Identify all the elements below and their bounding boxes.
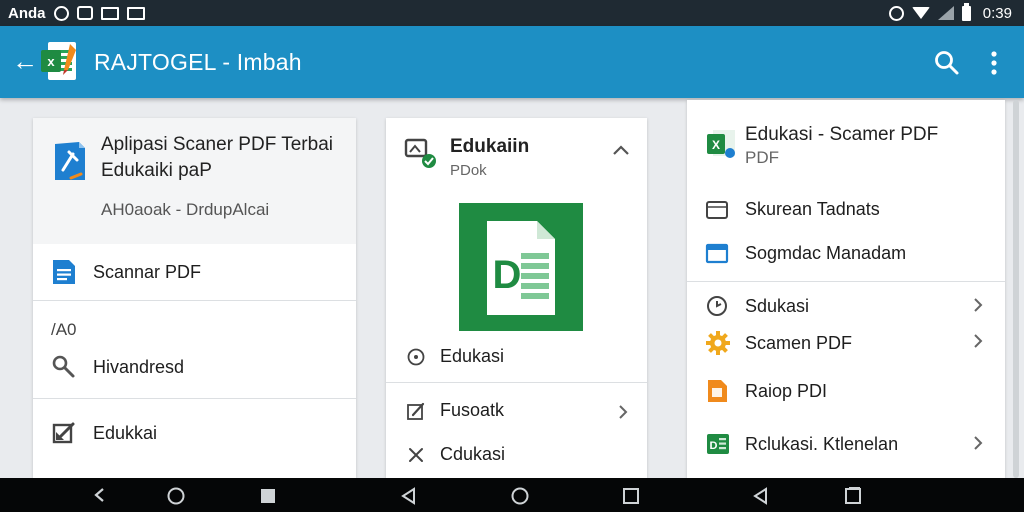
panel-right: X Edukasi - Scamer PDF PDF Skurean Tadna… bbox=[687, 100, 1005, 478]
clock-icon bbox=[707, 296, 727, 316]
window-icon bbox=[705, 243, 729, 264]
app-title: RAJTOGEL - Imbah bbox=[94, 49, 302, 75]
svg-text:x: x bbox=[47, 54, 55, 69]
message-icon bbox=[100, 6, 119, 20]
battery-icon bbox=[961, 2, 971, 21]
list-item-scamen-pdf[interactable]: Scamen PDF bbox=[705, 330, 852, 356]
list-item-scanner-pdf[interactable]: Scannar PDF bbox=[51, 258, 201, 286]
list-item-fusoatk[interactable]: Fusoatk bbox=[406, 400, 504, 421]
excel-app-icon: X bbox=[707, 130, 735, 158]
nav-recents-icon[interactable] bbox=[622, 487, 640, 505]
list-item-label: Skurean Tadnats bbox=[745, 198, 880, 219]
more-vert-icon[interactable] bbox=[988, 50, 1000, 76]
divider bbox=[386, 382, 647, 383]
middle-subtitle: PDok bbox=[450, 162, 487, 179]
list-item-rclukasi[interactable]: D Rclukasi. Ktlenelan bbox=[705, 432, 898, 456]
gear-icon bbox=[706, 331, 730, 355]
left-header-title-line2: Edukaiki paP bbox=[101, 160, 212, 181]
nav-back-icon[interactable] bbox=[92, 487, 108, 503]
list-item-raiop-pdi[interactable]: Raiop PDI bbox=[705, 378, 827, 404]
list-item-label: Fusoatk bbox=[440, 400, 505, 420]
list-item-edukasi[interactable]: Edukasi bbox=[406, 346, 504, 367]
list-item-label: Scannar PDF bbox=[93, 261, 202, 282]
document-icon bbox=[53, 260, 75, 284]
right-header-title: Edukasi - Scamer PDF bbox=[745, 124, 939, 145]
doc-letter: D bbox=[493, 253, 522, 297]
nav-recents-icon[interactable] bbox=[259, 487, 277, 505]
app-logo-icon: x bbox=[41, 42, 76, 80]
alarm-icon bbox=[888, 5, 904, 21]
list-item-label: Raiop PDI bbox=[745, 380, 828, 401]
spreadsheet-doc-icon: D bbox=[459, 203, 583, 331]
panel-left: Aplipasi Scaner PDF Terbai Edukaiki paP … bbox=[33, 118, 356, 478]
nav-home-icon[interactable] bbox=[166, 487, 186, 505]
scrollbar[interactable] bbox=[1013, 100, 1019, 478]
list-item-label: Scamen PDF bbox=[745, 332, 853, 353]
right-header-subtitle: PDF bbox=[745, 148, 779, 167]
list-item-skurean[interactable]: Skurean Tadnats bbox=[705, 198, 880, 220]
chevron-right-icon[interactable] bbox=[973, 297, 983, 313]
tools-app-icon bbox=[55, 142, 85, 180]
key-search-icon bbox=[52, 355, 75, 378]
list-item-label: /A0 bbox=[51, 320, 77, 339]
wifi-icon bbox=[911, 7, 930, 19]
list-item-sogmdac[interactable]: Sogmdac Manadam bbox=[705, 242, 906, 264]
clock-icon bbox=[407, 348, 425, 365]
search-icon[interactable] bbox=[934, 50, 960, 76]
list-item-cdukasi[interactable]: Cdukasi bbox=[406, 444, 505, 465]
divider bbox=[33, 398, 356, 399]
spreadsheet-icon: D bbox=[707, 434, 729, 454]
chevron-right-icon[interactable] bbox=[618, 404, 628, 420]
edit-icon bbox=[407, 402, 425, 420]
list-item-label: Sogmdac Manadam bbox=[745, 242, 907, 263]
svg-text:X: X bbox=[712, 138, 720, 152]
list-item-sdukasi[interactable]: Sdukasi bbox=[705, 294, 809, 318]
chevron-right-icon[interactable] bbox=[973, 435, 983, 451]
list-item-label: Edukkai bbox=[93, 422, 158, 443]
notification-icon bbox=[76, 6, 93, 20]
list-item-label: Edukasi bbox=[440, 346, 505, 366]
image-icon bbox=[126, 6, 145, 20]
app-bar: ← x RAJTOGEL - Imbah bbox=[0, 26, 1024, 98]
status-time: 0:39 bbox=[982, 4, 1012, 22]
sync-icon bbox=[53, 5, 69, 21]
navigation-bar bbox=[0, 478, 1024, 512]
list-item-a0[interactable]: /A0 bbox=[51, 320, 77, 340]
left-list: Scannar PDF /A0 Hivandresd Edukkai bbox=[33, 244, 356, 478]
list-item-label: Hivandresd bbox=[93, 356, 185, 377]
panel-middle: Edukaiin PDok D Edukasi Fusoatk Cdukasi bbox=[386, 118, 647, 478]
divider bbox=[687, 281, 1005, 282]
chevron-right-icon[interactable] bbox=[973, 333, 983, 349]
signal-icon bbox=[937, 6, 954, 20]
status-carrier-text: Anda bbox=[8, 4, 46, 22]
list-item-advanced[interactable]: Hivandresd bbox=[51, 354, 184, 380]
nav-recents-icon[interactable] bbox=[844, 487, 862, 505]
close-icon bbox=[409, 447, 423, 462]
divider bbox=[33, 300, 356, 301]
edit-box-icon bbox=[52, 422, 75, 444]
collapse-chevron-up-icon[interactable] bbox=[612, 144, 630, 156]
list-item-label: Cdukasi bbox=[440, 444, 506, 464]
back-arrow-icon[interactable]: ← bbox=[12, 48, 38, 74]
list-item-edukasi[interactable]: Edukkai bbox=[51, 420, 157, 446]
nav-home-icon[interactable] bbox=[510, 487, 530, 505]
pdf-file-icon bbox=[708, 380, 727, 402]
folder-icon bbox=[706, 201, 728, 219]
list-item-label: Sdukasi bbox=[745, 295, 810, 316]
nav-back-icon[interactable] bbox=[752, 487, 770, 505]
svg-text:D: D bbox=[710, 440, 718, 452]
list-item-label: Rclukasi. Ktlenelan bbox=[745, 433, 899, 454]
scan-app-icon bbox=[404, 138, 436, 168]
nav-back-icon[interactable] bbox=[400, 487, 418, 505]
left-header-subtitle: AH0aoak - DrdupAlcai bbox=[101, 200, 270, 219]
left-header-title-line1: Aplipasi Scaner PDF Terbai bbox=[101, 134, 333, 155]
middle-title: Edukaiin bbox=[450, 136, 530, 157]
status-bar: Anda 0:39 bbox=[0, 0, 1024, 26]
